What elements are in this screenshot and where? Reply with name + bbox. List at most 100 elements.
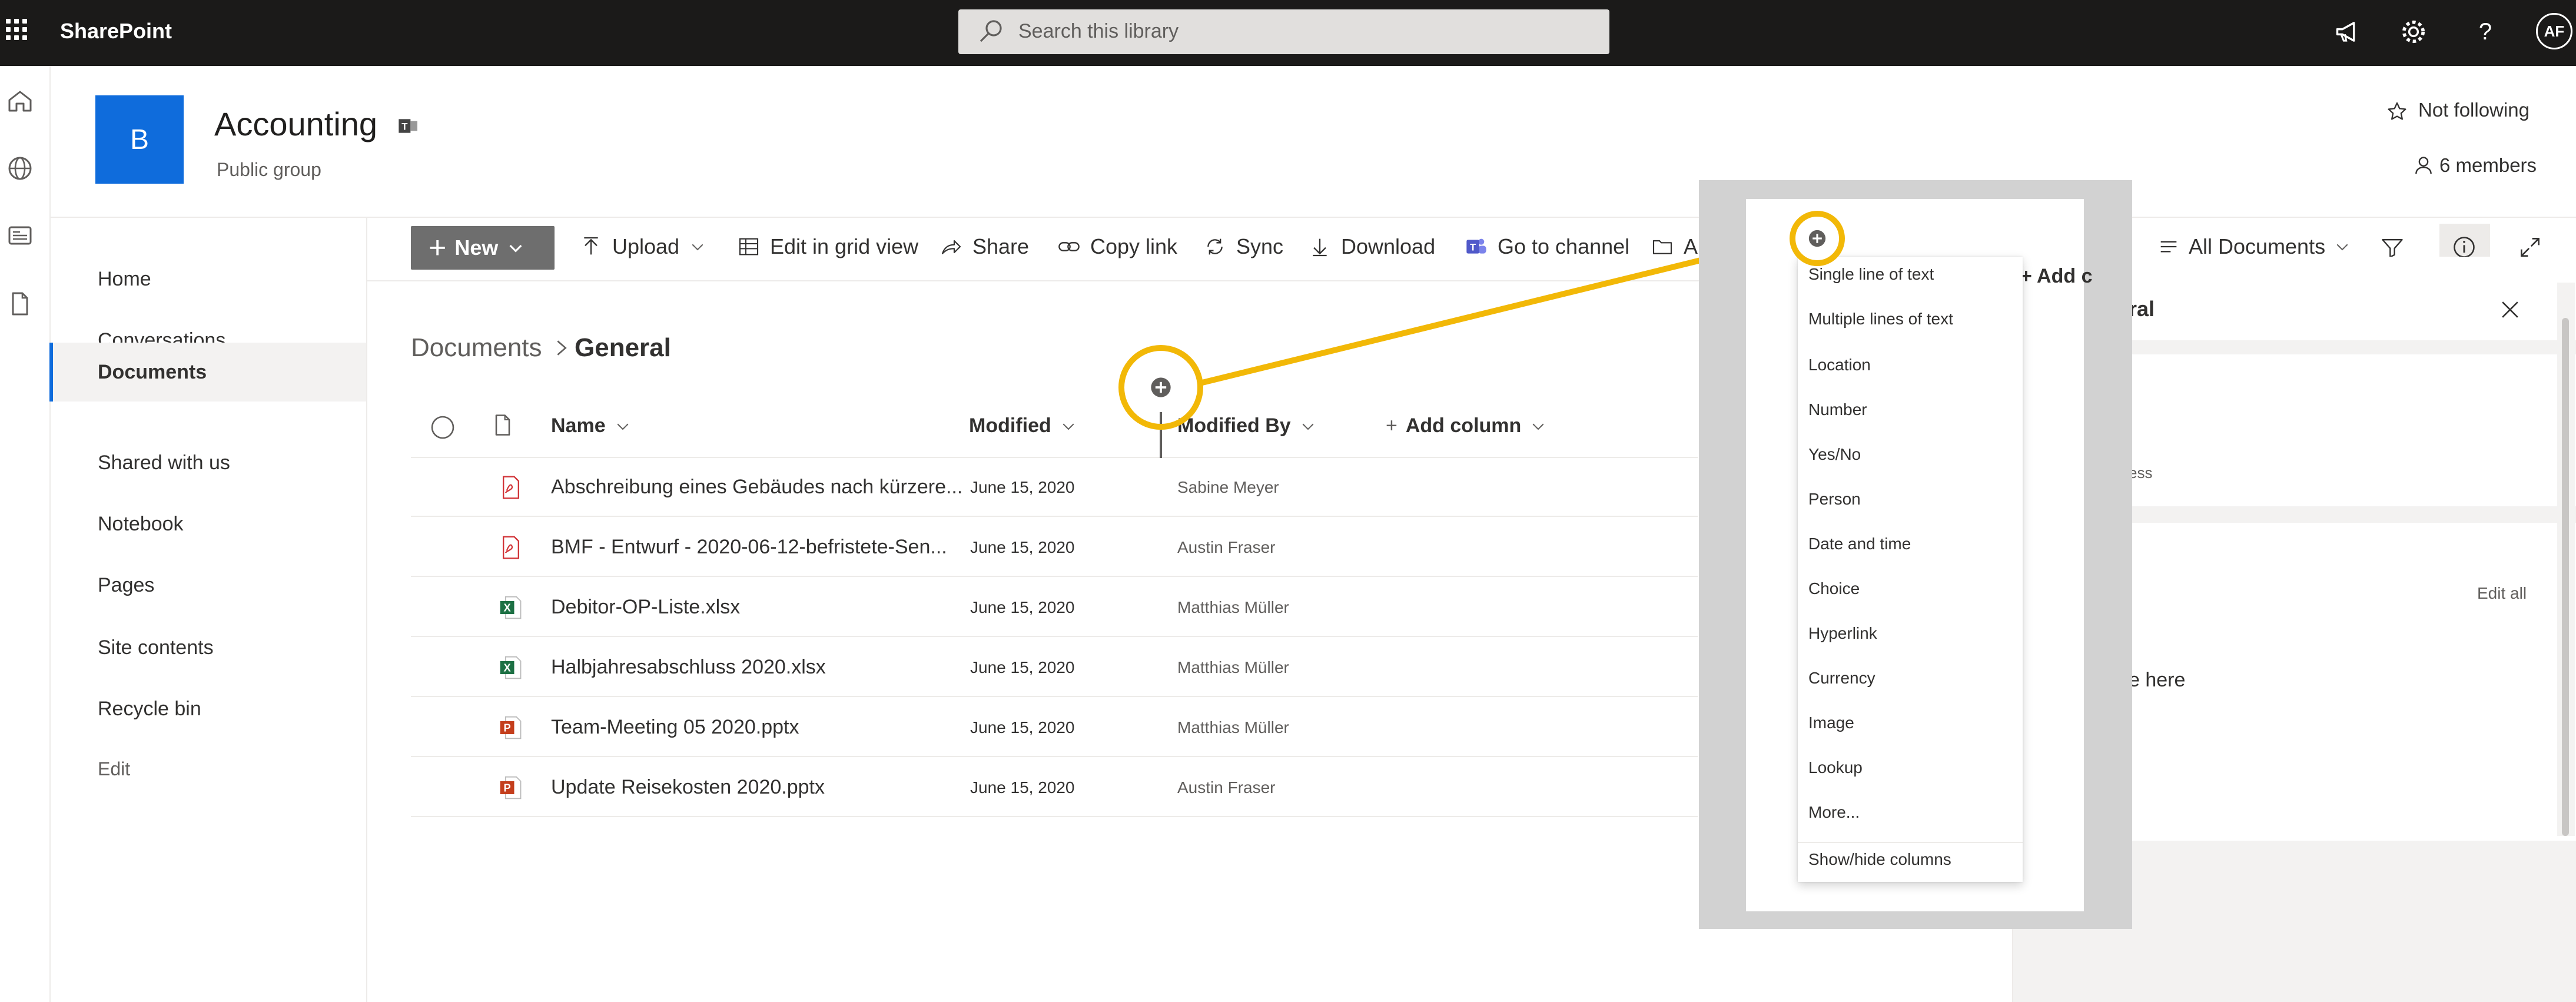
site-logo[interactable]: B — [95, 95, 184, 184]
excel-icon: X — [500, 596, 522, 619]
person-icon — [2415, 157, 2432, 174]
header-divider — [49, 217, 2576, 218]
menu-item-single-line[interactable]: Single line of text — [1808, 265, 1934, 284]
sync-button[interactable]: Sync — [1203, 234, 1283, 259]
nav-item-notebook[interactable]: Notebook — [49, 495, 366, 553]
file-modified: June 15, 2020 — [970, 478, 1075, 496]
chevron-down-icon — [1532, 423, 1544, 430]
menu-divider — [1798, 842, 2023, 843]
column-header-modified[interactable]: Modified — [969, 414, 1077, 437]
file-modified-by[interactable]: Austin Fraser — [1177, 538, 1276, 557]
megaphone-icon[interactable] — [2333, 16, 2364, 47]
file-modified-by[interactable]: Matthias Müller — [1177, 598, 1289, 617]
select-all-circle-icon[interactable] — [429, 413, 457, 442]
file-modified: June 15, 2020 — [970, 778, 1075, 797]
table-row[interactable]: P Team-Meeting 05 2020.pptx June 15, 2020 M… — [411, 698, 1698, 757]
app-rail — [0, 66, 51, 1002]
add-column-label: Add column — [1405, 414, 1522, 437]
gear-icon[interactable] — [2398, 16, 2429, 47]
members-button[interactable]: 6 members — [2439, 154, 2537, 177]
nav-edit-link[interactable]: Edit — [49, 739, 366, 798]
follow-button[interactable]: Not following — [2418, 99, 2529, 121]
new-button[interactable]: + New — [411, 226, 555, 270]
nav-item-documents[interactable]: Documents — [49, 343, 366, 402]
chevron-down-icon — [617, 423, 629, 430]
file-modified-by[interactable]: Sabine Meyer — [1177, 478, 1279, 497]
file-name[interactable]: Debitor-OP-Liste.xlsx — [551, 596, 740, 619]
globe-icon[interactable] — [6, 154, 34, 183]
upload-label: Upload — [612, 234, 680, 258]
menu-item-hyperlink[interactable]: Hyperlink — [1808, 624, 1877, 643]
document-icon[interactable] — [6, 290, 34, 318]
insert-column-plus-icon[interactable] — [1807, 228, 1827, 248]
column-header-name[interactable]: Name — [551, 414, 632, 437]
copy-link-button[interactable]: Copy link — [1057, 234, 1177, 259]
app-launcher-icon[interactable] — [4, 16, 29, 42]
menu-item-date-time[interactable]: Date and time — [1808, 535, 1911, 553]
download-button[interactable]: Download — [1308, 234, 1435, 259]
column-modified-label: Modified — [969, 414, 1051, 437]
file-modified-by[interactable]: Austin Fraser — [1177, 778, 1276, 797]
column-header-modified-by[interactable]: Modified By — [1177, 414, 1317, 437]
table-row[interactable]: P Update Reisekosten 2020.pptx June 15, 20… — [411, 758, 1698, 817]
table-row[interactable]: X Halbjahresabschluss 2020.xlsx June 15, 2… — [411, 638, 1698, 697]
file-name[interactable]: Update Reisekosten 2020.pptx — [551, 776, 825, 799]
view-selector[interactable]: All Documents — [2157, 234, 2351, 259]
table-row[interactable]: X Debitor-OP-Liste.xlsx June 15, 2020 Matth… — [411, 578, 1698, 637]
home-icon[interactable] — [6, 87, 34, 115]
scrollbar-thumb[interactable] — [2562, 318, 2569, 836]
file-modified-by[interactable]: Matthias Müller — [1177, 718, 1289, 737]
nav-item-home[interactable]: Home — [49, 250, 366, 308]
menu-item-show-hide-columns[interactable]: Show/hide columns — [1808, 850, 1951, 869]
column-name-label: Name — [551, 414, 606, 437]
table-row[interactable]: BMF - Entwurf - 2020-06-12-befristete-Se… — [411, 518, 1698, 577]
menu-item-location[interactable]: Location — [1808, 356, 1871, 374]
nav-item-recycle-bin[interactable]: Recycle bin — [49, 679, 366, 738]
more-command-button[interactable]: A — [1651, 234, 1698, 259]
file-modified: June 15, 2020 — [970, 718, 1075, 736]
add-column-header[interactable]: + Add column — [1386, 414, 1547, 437]
menu-item-currency[interactable]: Currency — [1808, 669, 1875, 688]
menu-item-more[interactable]: More... — [1808, 803, 1860, 822]
file-modified-by[interactable]: Matthias Müller — [1177, 658, 1289, 677]
edit-grid-button[interactable]: Edit in grid view — [737, 234, 918, 259]
download-icon — [1313, 238, 1327, 257]
column-modified-by-label: Modified By — [1177, 414, 1291, 437]
table-row[interactable]: Abschreibung eines Gebäudes nach kürzere… — [411, 458, 1698, 517]
search-input[interactable]: Search this library — [1018, 20, 1179, 43]
nav-item-site-contents[interactable]: Site contents — [49, 618, 366, 677]
go-to-channel-button[interactable]: T Go to channel — [1465, 234, 1629, 259]
share-button[interactable]: Share — [940, 234, 1029, 259]
download-label: Download — [1341, 234, 1436, 258]
edit-all-link[interactable]: Edit all — [2477, 584, 2527, 603]
user-avatar[interactable]: AF — [2536, 13, 2572, 49]
upload-button[interactable]: Upload — [579, 234, 706, 259]
edit-grid-label: Edit in grid view — [770, 234, 919, 258]
menu-item-lookup[interactable]: Lookup — [1808, 758, 1863, 777]
go-to-channel-label: Go to channel — [1498, 234, 1630, 258]
help-icon[interactable]: ? — [2470, 16, 2501, 47]
svg-text:X: X — [503, 601, 511, 613]
breadcrumb-documents[interactable]: Documents — [411, 333, 542, 363]
site-title[interactable]: Accounting — [214, 105, 377, 143]
file-name[interactable]: Halbjahresabschluss 2020.xlsx — [551, 656, 826, 679]
grid-icon — [739, 238, 759, 256]
nav-item-shared-with-us[interactable]: Shared with us — [49, 433, 366, 492]
menu-item-yes-no[interactable]: Yes/No — [1808, 445, 1861, 464]
menu-item-number[interactable]: Number — [1808, 400, 1867, 419]
left-navigation: Home Conversations Documents Shared with… — [49, 218, 367, 1002]
nav-item-pages[interactable]: Pages — [49, 556, 366, 615]
insert-column-plus-icon[interactable] — [1149, 376, 1173, 399]
menu-item-multiple-lines[interactable]: Multiple lines of text — [1808, 310, 1953, 329]
menu-item-person[interactable]: Person — [1808, 490, 1861, 509]
news-icon[interactable] — [6, 221, 34, 250]
file-name[interactable]: BMF - Entwurf - 2020-06-12-befristete-Se… — [551, 536, 947, 559]
menu-item-image[interactable]: Image — [1808, 714, 1854, 732]
chevron-down-icon — [2336, 244, 2348, 251]
menu-item-choice[interactable]: Choice — [1808, 579, 1860, 598]
file-name[interactable]: Abschreibung eines Gebäudes nach kürzere… — [551, 476, 962, 499]
app-name[interactable]: SharePoint — [60, 19, 172, 44]
add-column-partial-label[interactable]: + Add c — [2020, 265, 2093, 288]
file-name[interactable]: Team-Meeting 05 2020.pptx — [551, 716, 799, 739]
close-icon[interactable] — [2497, 297, 2523, 323]
